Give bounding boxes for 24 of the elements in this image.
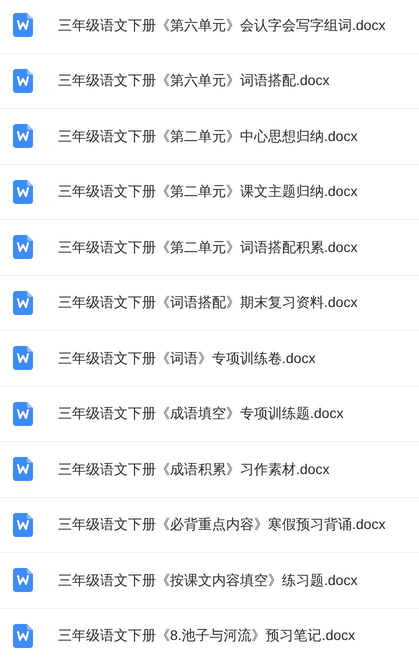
word-document-icon [13,346,33,370]
file-name[interactable]: 三年级语文下册《第二单元》课文主题归纳.docx [58,181,358,202]
file-name[interactable]: 三年级语文下册《按课文内容填空》练习题.docx [58,570,358,591]
word-document-icon [13,457,33,482]
word-document-icon [13,290,33,315]
file-name[interactable]: 三年级语文下册《成语填空》专项训练题.docx [58,403,344,424]
word-document-icon [13,512,33,537]
word-document-icon [13,235,33,260]
file-name[interactable]: 三年级语文下册《第二单元》中心思想归纳.docx [58,126,358,147]
file-name[interactable]: 三年级语文下册《第六单元》会认字会写字组词.docx [58,14,386,36]
file-name[interactable]: 三年级语文下册《词语搭配》期末复习资料.docx [58,292,358,314]
file-name[interactable]: 三年级语文下册《词语》专项训练卷.docx [58,348,316,369]
word-document-icon [13,13,33,38]
word-document-icon [13,568,33,592]
word-document-icon [13,68,33,93]
word-document-icon [13,624,33,648]
file-name[interactable]: 三年级语文下册《第六单元》词语搭配.docx [58,70,330,92]
file-name[interactable]: 三年级语文下册《成语积累》习作素材.docx [58,458,330,480]
file-name[interactable]: 三年级语文下册《8.池子与河流》预习笔记.docx [58,625,356,646]
file-name[interactable]: 三年级语文下册《第二单元》词语搭配积累.docx [58,236,358,258]
word-document-icon [13,124,33,148]
file-name[interactable]: 三年级语文下册《必背重点内容》寒假预习背诵.docx [58,514,386,536]
word-document-icon [13,180,33,204]
word-document-icon [13,402,33,426]
